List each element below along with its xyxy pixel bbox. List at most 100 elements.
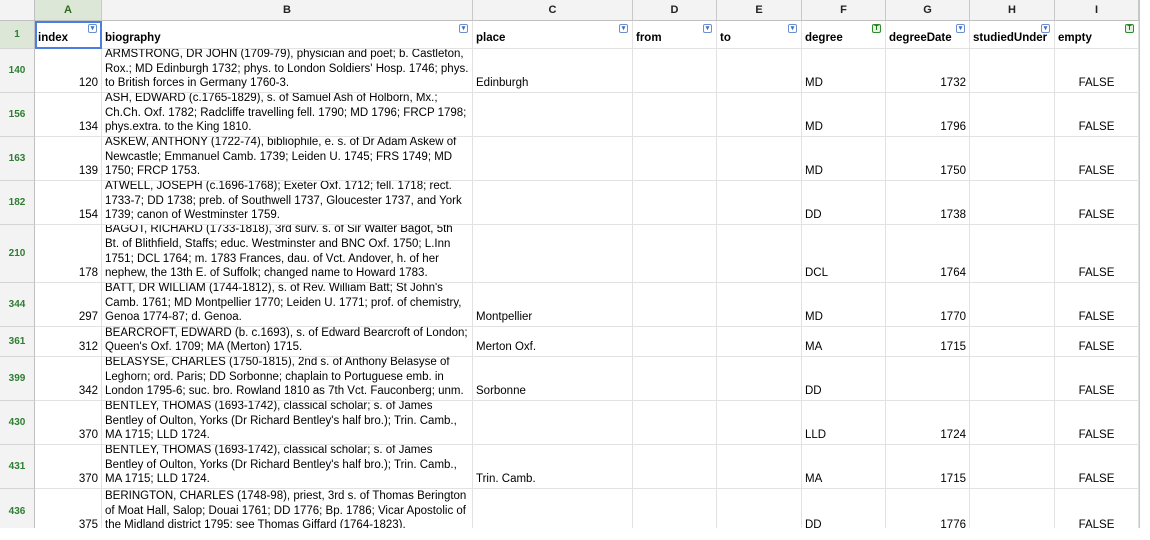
cell-empty[interactable]: FALSE: [1055, 225, 1139, 283]
cell-index[interactable]: 312: [35, 327, 102, 357]
cell-empty[interactable]: FALSE: [1055, 489, 1139, 528]
cell-from[interactable]: [633, 489, 717, 528]
cell-degreedate[interactable]: 1724: [886, 401, 970, 445]
cell-index[interactable]: 370: [35, 401, 102, 445]
cell-empty[interactable]: FALSE: [1055, 49, 1139, 93]
row-header[interactable]: 431: [0, 445, 35, 489]
cell-studiedunder[interactable]: [970, 181, 1055, 225]
cell-place[interactable]: [473, 489, 633, 528]
filter-active-icon[interactable]: T: [1125, 24, 1134, 33]
cell-degree[interactable]: MD: [802, 93, 886, 137]
cell-to[interactable]: [717, 181, 802, 225]
cell-place[interactable]: [473, 225, 633, 283]
row-header[interactable]: 436: [0, 489, 35, 528]
filter-dropdown-icon[interactable]: ▾: [956, 24, 965, 33]
cell-place[interactable]: Edinburgh: [473, 49, 633, 93]
cell-place[interactable]: [473, 93, 633, 137]
cell-biography[interactable]: BERINGTON, CHARLES (1748-98), priest, 3r…: [102, 489, 473, 528]
cell-degree[interactable]: MD: [802, 283, 886, 327]
cell-degree[interactable]: MD: [802, 137, 886, 181]
cell-index[interactable]: 154: [35, 181, 102, 225]
filter-active-icon[interactable]: T: [872, 24, 881, 33]
filter-dropdown-icon[interactable]: ▾: [1041, 24, 1050, 33]
cell-degree[interactable]: LLD: [802, 401, 886, 445]
cell-index[interactable]: 120: [35, 49, 102, 93]
cell-biography[interactable]: BENTLEY, THOMAS (1693-1742), classical s…: [102, 401, 473, 445]
cell-studiedunder[interactable]: [970, 49, 1055, 93]
cell-from[interactable]: [633, 283, 717, 327]
row-header[interactable]: 1: [0, 21, 35, 49]
cell-degree[interactable]: MA: [802, 327, 886, 357]
cell-place[interactable]: [473, 137, 633, 181]
cell-degree[interactable]: DD: [802, 181, 886, 225]
filter-dropdown-icon[interactable]: ▾: [459, 24, 468, 33]
cell-index[interactable]: 375: [35, 489, 102, 528]
cell-biography[interactable]: BELASYSE, CHARLES (1750-1815), 2nd s. of…: [102, 357, 473, 401]
cell-biography[interactable]: ARMSTRONG, DR JOHN (1709-79), physician …: [102, 49, 473, 93]
column-header-b[interactable]: B: [102, 0, 473, 21]
cell-biography[interactable]: BENTLEY, THOMAS (1693-1742), classical s…: [102, 445, 473, 489]
cell-to[interactable]: [717, 49, 802, 93]
cell-from[interactable]: [633, 93, 717, 137]
cell-degreedate[interactable]: [886, 357, 970, 401]
cell-to[interactable]: [717, 401, 802, 445]
cell-to[interactable]: [717, 357, 802, 401]
header-cell-degreedate[interactable]: degreeDate ▾: [886, 21, 970, 49]
cell-place[interactable]: Trin. Camb.: [473, 445, 633, 489]
cell-degreedate[interactable]: 1732: [886, 49, 970, 93]
cell-degree[interactable]: MA: [802, 445, 886, 489]
cell-index[interactable]: 139: [35, 137, 102, 181]
cell-to[interactable]: [717, 327, 802, 357]
cell-from[interactable]: [633, 445, 717, 489]
cell-degreedate[interactable]: 1715: [886, 445, 970, 489]
cell-biography[interactable]: BEARCROFT, EDWARD (b. c.1693), s. of Edw…: [102, 327, 473, 357]
cell-index[interactable]: 342: [35, 357, 102, 401]
column-header-h[interactable]: H: [970, 0, 1055, 21]
column-header-i[interactable]: I: [1055, 0, 1139, 21]
cell-index[interactable]: 134: [35, 93, 102, 137]
cell-to[interactable]: [717, 445, 802, 489]
row-header[interactable]: 361: [0, 327, 35, 357]
cell-degreedate[interactable]: 1738: [886, 181, 970, 225]
cell-empty[interactable]: FALSE: [1055, 283, 1139, 327]
header-cell-place[interactable]: place ▾: [473, 21, 633, 49]
cell-degreedate[interactable]: 1770: [886, 283, 970, 327]
cell-studiedunder[interactable]: [970, 357, 1055, 401]
cell-degreedate[interactable]: 1796: [886, 93, 970, 137]
row-header[interactable]: 399: [0, 357, 35, 401]
cell-empty[interactable]: FALSE: [1055, 137, 1139, 181]
select-all-corner[interactable]: [0, 0, 35, 21]
cell-index[interactable]: 297: [35, 283, 102, 327]
header-cell-from[interactable]: from ▾: [633, 21, 717, 49]
cell-place[interactable]: Montpellier: [473, 283, 633, 327]
cell-biography[interactable]: BATT, DR WILLIAM (1744-1812), s. of Rev.…: [102, 283, 473, 327]
cell-studiedunder[interactable]: [970, 401, 1055, 445]
column-header-e[interactable]: E: [717, 0, 802, 21]
cell-studiedunder[interactable]: [970, 225, 1055, 283]
cell-place[interactable]: [473, 181, 633, 225]
row-header[interactable]: 430: [0, 401, 35, 445]
cell-to[interactable]: [717, 489, 802, 528]
cell-place[interactable]: Sorbonne: [473, 357, 633, 401]
cell-empty[interactable]: FALSE: [1055, 357, 1139, 401]
cell-to[interactable]: [717, 283, 802, 327]
cell-from[interactable]: [633, 137, 717, 181]
cell-studiedunder[interactable]: [970, 445, 1055, 489]
cell-degree[interactable]: DD: [802, 489, 886, 528]
cell-to[interactable]: [717, 225, 802, 283]
cell-studiedunder[interactable]: [970, 327, 1055, 357]
filter-dropdown-icon[interactable]: ▾: [619, 24, 628, 33]
cell-degreedate[interactable]: 1715: [886, 327, 970, 357]
row-header[interactable]: 156: [0, 93, 35, 137]
cell-empty[interactable]: FALSE: [1055, 401, 1139, 445]
cell-degree[interactable]: DCL: [802, 225, 886, 283]
cell-biography[interactable]: BAGOT, RICHARD (1733-1818), 3rd surv. s.…: [102, 225, 473, 283]
cell-degreedate[interactable]: 1776: [886, 489, 970, 528]
cell-empty[interactable]: FALSE: [1055, 327, 1139, 357]
cell-place[interactable]: [473, 401, 633, 445]
cell-index[interactable]: 370: [35, 445, 102, 489]
column-header-c[interactable]: C: [473, 0, 633, 21]
row-header[interactable]: 182: [0, 181, 35, 225]
cell-empty[interactable]: FALSE: [1055, 445, 1139, 489]
cell-from[interactable]: [633, 327, 717, 357]
